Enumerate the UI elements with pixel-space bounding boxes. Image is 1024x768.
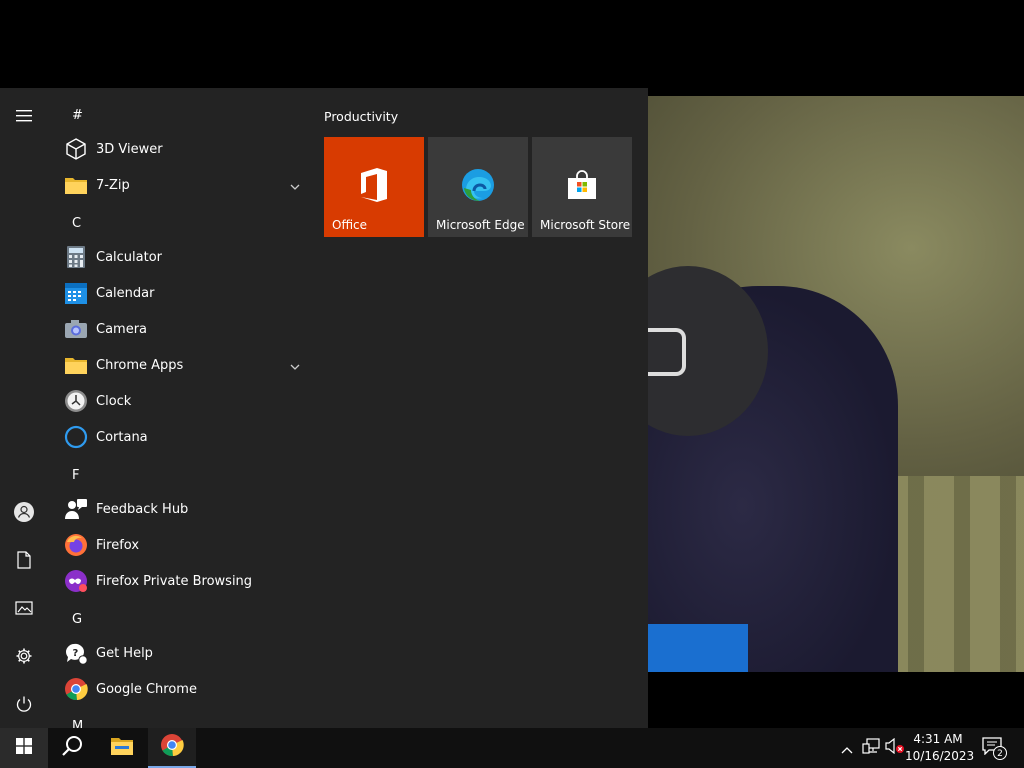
store-icon [562,165,602,205]
letter-header-c[interactable]: C [72,216,81,231]
chevron-down-icon[interactable] [290,179,300,194]
network-status[interactable] [860,728,882,768]
app-label: Camera [96,321,148,337]
chrome-icon [64,677,88,701]
app-label: Firefox Private Browsing [96,573,253,589]
hamburger-menu-icon[interactable] [0,92,48,140]
app-firefox-private-browsing[interactable]: Firefox Private Browsing [48,563,308,599]
tile-label: Office [332,218,368,232]
app-label: Google Chrome [96,681,197,697]
firefox-icon [64,533,88,557]
app-calculator[interactable]: Calculator [48,239,308,275]
app-label: 3D Viewer [96,141,163,157]
chrome-icon [160,733,184,761]
letter-header-g[interactable]: G [72,612,82,627]
app-camera[interactable]: Camera [48,311,308,347]
taskbar-file-explorer[interactable] [98,728,146,768]
app-label: Calendar [96,285,155,301]
tile-label: Microsoft Store [540,218,631,232]
start-menu: # 3D Viewer 7-Zip C Calculator Calendar … [0,88,648,728]
app-list[interactable]: # 3D Viewer 7-Zip C Calculator Calendar … [48,88,308,728]
tile-group-title[interactable]: Productivity [324,109,398,124]
app-3d-viewer[interactable]: 3D Viewer [48,131,308,167]
windows-start-icon [16,738,32,758]
letter-header-f[interactable]: F [72,468,79,483]
start-rail [0,88,48,728]
folder-icon [64,173,88,197]
video-glasses [648,328,686,376]
notification-count-badge: 2 [993,746,1007,760]
get-help-icon: ? [64,641,88,665]
folder-icon [64,353,88,377]
search-button[interactable] [48,728,96,768]
taskbar-clock[interactable]: 4:31 AM 10/16/2023 [905,731,975,765]
tile-label: Microsoft Edge [436,218,525,232]
network-icon [862,738,880,758]
app-feedback-hub[interactable]: Feedback Hub [48,491,308,527]
app-get-help[interactable]: ? Get Help [48,635,308,671]
app-label: Chrome Apps [96,357,184,373]
volume-control[interactable] [884,728,906,768]
app-folder-7zip[interactable]: 7-Zip [48,167,308,203]
app-firefox[interactable]: Firefox [48,527,308,563]
volume-muted-icon [885,737,905,758]
app-label: Feedback Hub [96,501,189,517]
letter-header-m[interactable]: M [72,719,83,728]
clock-icon [64,389,88,413]
tile-microsoft-edge[interactable]: Microsoft Edge [428,137,528,237]
camera-icon [64,317,88,341]
app-google-chrome[interactable]: Google Chrome [48,671,308,707]
app-calendar[interactable]: Calendar [48,275,308,311]
power-icon[interactable] [0,680,48,728]
app-label: Cortana [96,429,148,445]
cortana-icon [64,425,88,449]
tile-office[interactable]: Office [324,137,424,237]
app-label: Get Help [96,645,153,661]
letter-header-hash[interactable]: # [72,108,83,123]
search-icon [61,735,83,761]
notification-icon: 2 [982,737,1007,760]
calculator-icon [64,245,88,269]
pictures-icon[interactable] [0,584,48,632]
show-hidden-icons[interactable] [836,728,858,768]
video-window[interactable] [648,96,1024,672]
settings-gear-icon[interactable] [0,632,48,680]
user-icon[interactable] [0,488,48,536]
chevron-down-icon[interactable] [290,359,300,374]
office-icon [354,165,394,205]
action-center-button[interactable]: 2 [976,728,1012,768]
documents-icon[interactable] [0,536,48,584]
svg-text:?: ? [73,648,79,659]
calendar-icon [64,281,88,305]
app-folder-chrome-apps[interactable]: Chrome Apps [48,347,308,383]
feedback-hub-icon [64,497,88,521]
clock-time: 4:31 AM [913,732,963,746]
chevron-up-icon [841,739,853,758]
video-blue-object [648,624,748,672]
start-button[interactable] [0,728,48,768]
app-cortana[interactable]: Cortana [48,419,308,455]
clock-date: 10/16/2023 [905,749,975,763]
file-explorer-icon [110,736,134,760]
tile-microsoft-store[interactable]: Microsoft Store [532,137,632,237]
app-label: 7-Zip [96,177,130,193]
edge-icon [458,165,498,205]
cube-icon [64,137,88,161]
app-label: Firefox [96,537,140,553]
app-clock[interactable]: Clock [48,383,308,419]
app-label: Clock [96,393,132,409]
taskbar-chrome[interactable] [148,728,196,768]
firefox-private-icon [64,569,88,593]
taskbar: 4:31 AM 10/16/2023 2 [0,728,1024,768]
app-label: Calculator [96,249,163,265]
